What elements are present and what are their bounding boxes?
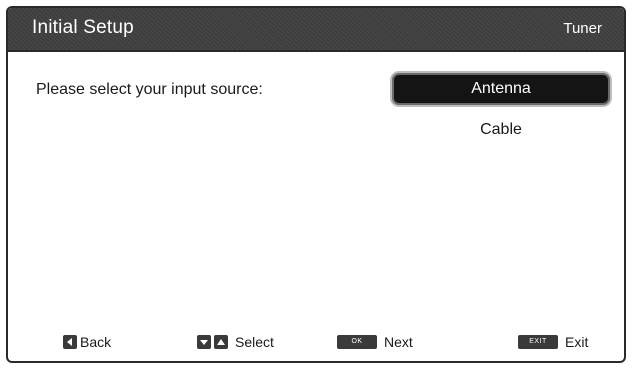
left-arrow-key-icon: [63, 335, 77, 349]
hint-select[interactable]: Select: [197, 331, 274, 353]
hint-next[interactable]: OK Next: [337, 331, 413, 353]
page-title: Initial Setup: [32, 17, 134, 38]
option-antenna-label: Antenna: [471, 80, 531, 97]
down-arrow-key-icon: [197, 335, 211, 349]
hint-exit[interactable]: EXIT Exit: [518, 331, 588, 353]
option-cable-label: Cable: [480, 121, 522, 138]
up-arrow-key-icon: [214, 335, 228, 349]
input-source-prompt: Please select your input source:: [36, 81, 263, 98]
button-hint-bar: Back Select OK Next EXIT Exit: [8, 331, 624, 353]
hint-next-label: Next: [384, 334, 413, 350]
section-label: Tuner: [563, 20, 602, 37]
hint-select-label: Select: [235, 334, 274, 350]
ok-key-icon: OK: [337, 335, 377, 349]
option-cable[interactable]: Cable: [394, 116, 608, 144]
setup-screen: Initial Setup Tuner Please select your i…: [6, 6, 626, 363]
hint-back-label: Back: [80, 334, 112, 350]
hint-exit-label: Exit: [565, 334, 589, 350]
option-antenna[interactable]: Antenna: [394, 75, 608, 103]
exit-key-icon: EXIT: [518, 335, 558, 349]
hint-back[interactable]: Back: [63, 331, 111, 353]
title-bar: Initial Setup Tuner: [8, 8, 624, 52]
